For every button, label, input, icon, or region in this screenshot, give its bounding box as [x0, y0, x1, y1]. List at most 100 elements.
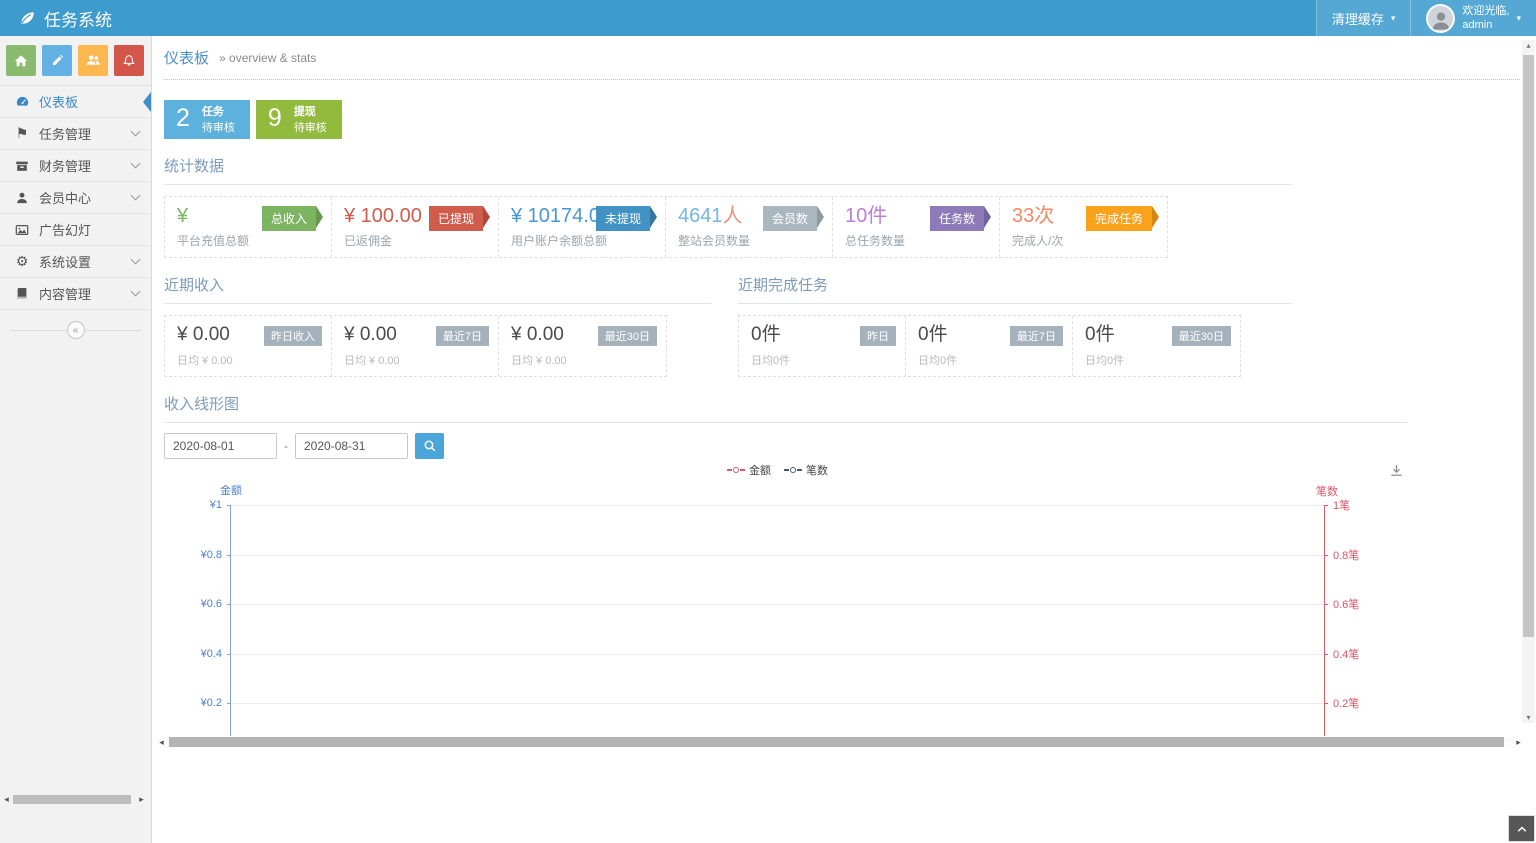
stat-label: 完成人/次 — [1012, 232, 1157, 249]
spacer — [164, 748, 1536, 843]
sidebar-item-tasks[interactable]: ⚑ 任务管理 — [0, 118, 151, 150]
top-header: 任务系统 清理缓存 ▾ 欢迎光临, admin ▾ — [0, 0, 1536, 36]
stat-label: 用户账户余额总额 — [511, 232, 655, 249]
tick-mark-right — [1324, 654, 1328, 655]
sidebar-item-ad-slides[interactable]: 广告幻灯 — [0, 214, 151, 246]
scroll-left-icon[interactable]: ◂ — [157, 737, 166, 748]
sidebar-item-content[interactable]: 内容管理 — [0, 278, 151, 310]
pending-badges: 2 任务 待审核 9 提现 待审核 — [164, 100, 1536, 139]
recent-income-title: 近期收入 — [164, 274, 712, 304]
pending-withdrawals-badge[interactable]: 9 提现 待审核 — [256, 100, 342, 139]
chart-hscrollbar[interactable]: ◂ ▸ — [157, 736, 1523, 748]
flag-icon: ⚑ — [14, 125, 30, 142]
recent-income-cards: ¥ 0.00 日均 ¥ 0.00 昨日收入 ¥ 0.00 日均 ¥ 0.00 最… — [164, 315, 667, 377]
tick-mark-right — [1324, 505, 1328, 506]
y-tick-right: 0.2笔 — [1333, 695, 1359, 711]
legend-item-count[interactable]: 笔数 — [784, 462, 828, 478]
range-separator: - — [284, 439, 288, 453]
members-shortcut-button[interactable] — [78, 45, 108, 76]
scroll-right-icon[interactable]: ▸ — [1514, 737, 1523, 748]
tick-mark-left — [227, 604, 231, 605]
sidebar-hscrollbar[interactable]: ◂ ▸ — [2, 793, 146, 806]
task-card-30days: 0件 日均0件 最近30日 — [1073, 316, 1240, 376]
sidebar-nav: 仪表板 ⚑ 任务管理 财务管理 会员中心 — [0, 85, 151, 310]
scroll-right-icon[interactable]: ▸ — [137, 794, 146, 805]
back-to-top-button[interactable] — [1508, 815, 1535, 842]
recent-tasks-section: 近期完成任务 0件 日均0件 昨日 0件 日均0件 最近7日 — [738, 258, 1292, 377]
date-to-input[interactable] — [295, 433, 408, 459]
shortcut-bar — [0, 36, 151, 85]
date-from-input[interactable] — [164, 433, 277, 459]
tick-mark-left — [227, 505, 231, 506]
stat-ribbon: 已提现 — [429, 206, 490, 231]
search-button[interactable] — [415, 433, 444, 459]
breadcrumb-current[interactable]: 仪表板 — [164, 47, 209, 68]
page-vscrollbar[interactable]: ▴ ▾ — [1522, 40, 1535, 723]
clear-cache-button[interactable]: 清理缓存 ▾ — [1316, 0, 1411, 36]
period-badge: 最近7日 — [436, 326, 489, 346]
search-icon — [423, 439, 437, 453]
collapse-icon: « — [67, 321, 85, 339]
period-badge: 最近30日 — [598, 326, 657, 346]
circle-marker-icon — [733, 467, 739, 473]
header-right: 清理缓存 ▾ 欢迎光临, admin ▾ — [1316, 0, 1536, 36]
stat-card-withdrawn: ¥ 100.00 已返佣金 已提现 — [332, 197, 499, 257]
tick-mark-left — [227, 555, 231, 556]
welcome-text: 欢迎光临, admin — [1462, 4, 1509, 33]
sidebar-item-label: 仪表板 — [39, 92, 78, 111]
sidebar-item-label: 内容管理 — [39, 284, 91, 303]
username: admin — [1462, 19, 1492, 31]
scroll-down-icon[interactable]: ▾ — [1522, 713, 1535, 722]
sidebar-item-label: 会员中心 — [39, 188, 91, 207]
stat-label: 已返佣金 — [344, 232, 488, 249]
scroll-left-icon[interactable]: ◂ — [2, 794, 11, 805]
period-badge: 最近30日 — [1172, 326, 1231, 346]
stat-label: 整站会员数量 — [678, 232, 822, 249]
scrollbar-thumb[interactable] — [1523, 55, 1534, 637]
sidebar-collapse-toggle[interactable]: « — [10, 320, 141, 340]
download-icon[interactable] — [1389, 463, 1404, 478]
chevron-down-icon — [131, 287, 141, 297]
recent-tasks-cards: 0件 日均0件 昨日 0件 日均0件 最近7日 0件 日均0件 最近30 — [738, 315, 1241, 377]
sidebar-item-label: 系统设置 — [39, 252, 91, 271]
scrollbar-thumb[interactable] — [169, 737, 1504, 747]
sidebar-item-members[interactable]: 会员中心 — [0, 182, 151, 214]
home-shortcut-button[interactable] — [6, 45, 36, 76]
pencil-icon — [51, 54, 64, 67]
edit-shortcut-button[interactable] — [42, 45, 72, 76]
grid-line — [231, 555, 1324, 556]
stats-cards: ¥ 平台充值总额 总收入 ¥ 100.00 已返佣金 已提现 ¥ 10174.0… — [164, 196, 1168, 258]
scrollbar-thumb[interactable] — [13, 795, 131, 804]
task-card-yesterday: 0件 日均0件 昨日 — [739, 316, 906, 376]
y-tick-left: ¥0.6 — [201, 598, 222, 610]
stat-label: 总任务数量 — [845, 232, 989, 249]
grid-line — [231, 604, 1324, 605]
tick-mark-right — [1324, 703, 1328, 704]
scrollbar-track[interactable] — [166, 737, 1514, 748]
circle-marker-icon — [790, 467, 796, 473]
y-tick-right: 1笔 — [1333, 497, 1350, 513]
task-card-7days: 0件 日均0件 最近7日 — [906, 316, 1073, 376]
legend-item-amount[interactable]: 金额 — [727, 462, 771, 478]
breadcrumb-trail: » overview & stats — [219, 51, 316, 65]
tick-mark-right — [1324, 604, 1328, 605]
grid-line — [231, 703, 1324, 704]
pending-tasks-badge[interactable]: 2 任务 待审核 — [164, 100, 250, 139]
sidebar-item-label: 财务管理 — [39, 156, 91, 175]
user-menu[interactable]: 欢迎光临, admin ▾ — [1410, 0, 1536, 36]
sidebar-item-finance[interactable]: 财务管理 — [0, 150, 151, 182]
income-card-yesterday: ¥ 0.00 日均 ¥ 0.00 昨日收入 — [165, 316, 332, 376]
scroll-up-icon[interactable]: ▴ — [1522, 41, 1535, 50]
bell-icon — [122, 54, 136, 68]
y-tick-left: ¥1 — [210, 499, 222, 511]
tick-mark-left — [227, 654, 231, 655]
chevron-down-icon — [131, 191, 141, 201]
notifications-shortcut-button[interactable] — [114, 45, 144, 76]
y-tick-left: ¥0.8 — [201, 549, 222, 561]
plot-area: ¥11笔¥0.80.8笔¥0.60.6笔¥0.40.4笔¥0.20.2笔 — [230, 505, 1325, 736]
stat-label: 平台充值总额 — [177, 232, 321, 249]
sidebar-item-settings[interactable]: ⚙ 系统设置 — [0, 246, 151, 278]
sidebar-item-dashboard[interactable]: 仪表板 — [0, 86, 151, 118]
period-badge: 最近7日 — [1010, 326, 1063, 346]
stat-card-unwithdrawn: ¥ 10174.00 用户账户余额总额 未提现 — [499, 197, 666, 257]
